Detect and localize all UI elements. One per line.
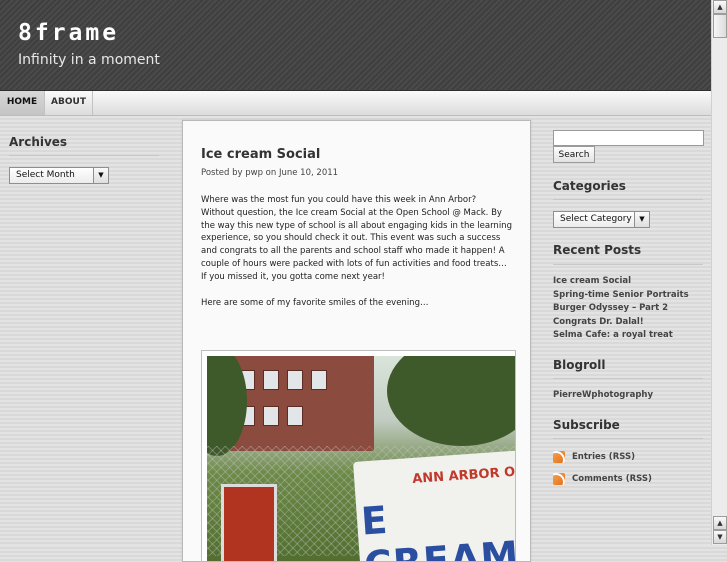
archives-select[interactable]: Select Month ▼ [9, 167, 109, 184]
divider [553, 264, 703, 265]
post-photo[interactable]: ANN ARBOR O E CREAM [201, 350, 516, 562]
chevron-down-icon: ▼ [634, 212, 649, 227]
chevron-down-icon: ▼ [93, 168, 108, 183]
page-scrollbar[interactable]: ▲ ▲ ▼ [711, 0, 727, 545]
blogroll-link[interactable]: PierreWphotography [553, 389, 653, 403]
recent-post-link[interactable]: Selma Cafe: a royal treat [553, 329, 689, 343]
search-input[interactable] [553, 130, 704, 146]
site-title[interactable]: 8frame [18, 20, 119, 46]
rss-feed-icon [553, 473, 565, 485]
recent-post-link[interactable]: Spring-time Senior Portraits [553, 289, 689, 303]
categories-title: Categories [553, 179, 626, 193]
photo-scene: ANN ARBOR O E CREAM [207, 356, 515, 562]
recent-posts-list: Ice cream Social Spring-time Senior Port… [553, 275, 689, 343]
archives-select-value: Select Month [16, 170, 75, 180]
search-button[interactable]: Search [553, 146, 595, 163]
divider [553, 438, 703, 439]
arrow-up-icon[interactable]: ▲ [713, 0, 727, 14]
banner-main-text: E CREAM [359, 497, 515, 562]
divider [553, 199, 703, 200]
recent-posts-title: Recent Posts [553, 243, 642, 257]
nav-item-home[interactable]: HOME [0, 91, 45, 115]
arrow-down-icon[interactable]: ▼ [713, 530, 727, 544]
nav-bar: HOME ABOUT [0, 91, 711, 116]
site-header: 8frame Infinity in a moment [0, 0, 711, 91]
rss-feed-icon [553, 451, 565, 463]
post-meta: Posted by pwp on June 10, 2011 [201, 168, 339, 178]
ice-cream-banner: ANN ARBOR O E CREAM [353, 450, 515, 562]
banner-top-text: ANN ARBOR O [411, 464, 515, 487]
tree [387, 356, 515, 446]
categories-select-value: Select Category [560, 214, 632, 224]
post-title[interactable]: Ice cream Social [201, 147, 320, 162]
divider [9, 155, 159, 156]
divider [553, 378, 703, 379]
rss-entries-label: Entries (RSS) [572, 452, 635, 462]
archives-title: Archives [9, 135, 68, 149]
blogroll-title: Blogroll [553, 358, 606, 372]
poster [221, 484, 277, 561]
post-card: Ice cream Social Posted by pwp on June 1… [182, 120, 531, 562]
blogroll-list: PierreWphotography [553, 389, 653, 403]
categories-select[interactable]: Select Category ▼ [553, 211, 650, 228]
recent-post-link[interactable]: Congrats Dr. Dalal! [553, 316, 689, 330]
school-building [229, 356, 374, 451]
post-paragraph: Here are some of my favorite smiles of t… [201, 297, 429, 308]
recent-post-link[interactable]: Burger Odyssey – Part 2 [553, 302, 689, 316]
scrollbar-thumb[interactable] [713, 14, 727, 38]
nav-item-about[interactable]: ABOUT [45, 91, 93, 115]
site-tagline: Infinity in a moment [18, 52, 160, 68]
arrow-up-icon[interactable]: ▲ [713, 516, 727, 530]
recent-post-link[interactable]: Ice cream Social [553, 275, 689, 289]
subscribe-title: Subscribe [553, 418, 620, 432]
rss-comments-label: Comments (RSS) [572, 474, 652, 484]
post-paragraph: Where was the most fun you could have th… [201, 195, 512, 282]
post-body: Where was the most fun you could have th… [201, 194, 512, 322]
